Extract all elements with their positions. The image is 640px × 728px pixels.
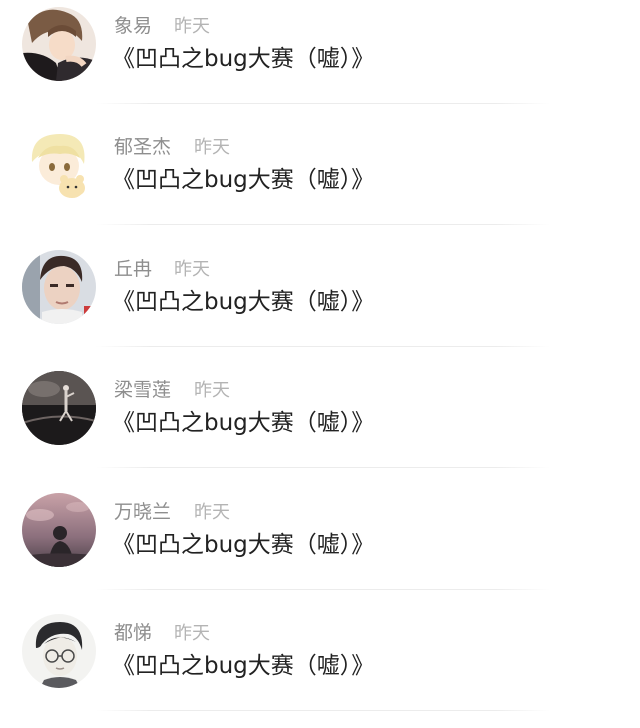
blonde-anime-boy-avatar-icon	[22, 128, 96, 202]
divider	[96, 589, 550, 590]
message-preview: 《凹凸之bug大赛（嘘）》	[112, 46, 375, 72]
divider	[96, 346, 550, 347]
contact-name: 梁雪莲	[114, 379, 172, 401]
divider	[96, 224, 550, 225]
list-item[interactable]: 万晓兰 昨天 《凹凸之bug大赛（嘘）》	[0, 486, 640, 607]
pink-sky-silhouette-avatar-icon	[22, 493, 96, 567]
timestamp: 昨天	[174, 623, 210, 644]
message-preview: 《凹凸之bug大赛（嘘）》	[112, 410, 375, 436]
list-item[interactable]: 都悌 昨天 《凹凸之bug大赛（嘘）》	[0, 607, 640, 728]
message-preview: 《凹凸之bug大赛（嘘）》	[112, 289, 375, 315]
message-preview: 《凹凸之bug大赛（嘘）》	[112, 653, 375, 679]
avatar[interactable]	[22, 493, 96, 567]
avatar[interactable]	[22, 7, 96, 81]
divider	[96, 710, 550, 711]
contact-name: 象易	[114, 15, 153, 37]
divider	[96, 467, 550, 468]
message-list: 象易 昨天 《凹凸之bug大赛（嘘）》 郁圣杰 昨天 《凹凸之bug大赛（嘘）》	[0, 0, 640, 715]
list-item[interactable]: 梁雪莲 昨天 《凹凸之bug大赛（嘘）》	[0, 364, 640, 485]
contact-name: 都悌	[114, 622, 153, 644]
timestamp: 昨天	[194, 380, 230, 401]
selfie-boy-avatar-icon	[22, 250, 96, 324]
list-item[interactable]: 丘冉 昨天 《凹凸之bug大赛（嘘）》	[0, 243, 640, 364]
timestamp: 昨天	[194, 502, 230, 523]
contact-name: 万晓兰	[114, 501, 172, 523]
avatar[interactable]	[22, 371, 96, 445]
contact-name: 郁圣杰	[114, 136, 172, 158]
divider	[96, 103, 550, 104]
contact-name: 丘冉	[114, 258, 153, 280]
timestamp: 昨天	[194, 137, 230, 158]
timestamp: 昨天	[174, 16, 210, 37]
anime-couple-avatar-icon	[22, 7, 96, 81]
night-scene-avatar-icon	[22, 371, 96, 445]
list-item[interactable]: 郁圣杰 昨天 《凹凸之bug大赛（嘘）》	[0, 121, 640, 242]
glasses-sketch-avatar-icon	[22, 614, 96, 688]
avatar[interactable]	[22, 128, 96, 202]
list-item[interactable]: 象易 昨天 《凹凸之bug大赛（嘘）》	[0, 0, 640, 121]
timestamp: 昨天	[174, 259, 210, 280]
avatar[interactable]	[22, 250, 96, 324]
message-preview: 《凹凸之bug大赛（嘘）》	[112, 167, 375, 193]
avatar[interactable]	[22, 614, 96, 688]
message-preview: 《凹凸之bug大赛（嘘）》	[112, 532, 375, 558]
